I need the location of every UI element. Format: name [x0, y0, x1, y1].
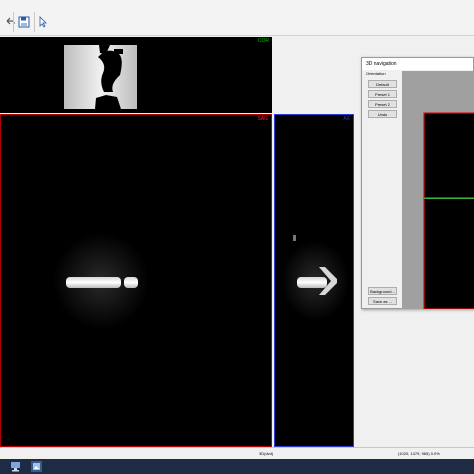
preset2-button[interactable]: Preset 2: [368, 100, 397, 108]
network-icon[interactable]: [10, 461, 21, 472]
status-bar: 3D(dvd) (1020, 1479, 965) 0.0%: [0, 447, 474, 459]
preset1-button[interactable]: Preset 1: [368, 90, 397, 98]
coronal-image: [64, 45, 137, 109]
pointer-icon[interactable]: [35, 14, 51, 30]
undo-button[interactable]: Undo: [368, 110, 397, 118]
taskbar: [0, 459, 474, 474]
axial-label: AX: [343, 116, 350, 122]
save-as-button[interactable]: Save as ...: [368, 297, 397, 305]
sagittal-viewport[interactable]: SAG: [0, 114, 272, 447]
coronal-viewport[interactable]: COR: [0, 37, 272, 113]
dialog-title: 3D navigation: [362, 58, 473, 70]
orientation-label: Orientation: [366, 71, 386, 76]
default-button[interactable]: Default: [368, 80, 397, 88]
app-icon[interactable]: [31, 461, 42, 472]
save-icon[interactable]: [16, 14, 32, 30]
navigation-dialog: 3D navigation Orientation Default Preset…: [361, 57, 474, 309]
status-left: 3D(dvd): [259, 451, 274, 456]
status-right: (1020, 1479, 965) 0.0%: [398, 451, 440, 456]
background-button[interactable]: Background...: [368, 287, 397, 295]
axial-image: [281, 235, 349, 321]
sagittal-image: [53, 233, 149, 329]
axial-viewport[interactable]: AX: [274, 114, 354, 447]
coronal-label: COR: [257, 38, 269, 44]
toolbar: [0, 0, 474, 36]
sagittal-label: SAG: [257, 116, 268, 122]
3d-render: [423, 112, 474, 309]
3d-view[interactable]: [402, 71, 474, 309]
